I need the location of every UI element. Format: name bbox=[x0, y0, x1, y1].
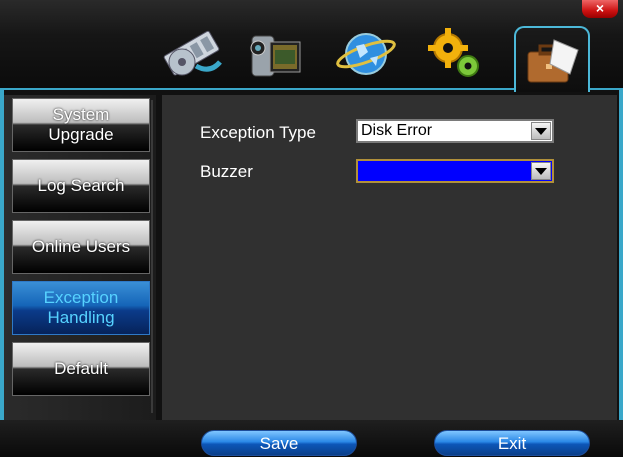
exception-type-label: Exception Type bbox=[200, 123, 316, 142]
exception-handling-window: × System Upgrade Log Search Online Users… bbox=[0, 0, 623, 457]
menu-divider bbox=[151, 100, 153, 413]
tab-advanced[interactable] bbox=[514, 26, 590, 92]
side-menu: System Upgrade Log Search Online Users E… bbox=[4, 95, 156, 420]
tab-settings[interactable] bbox=[424, 22, 488, 84]
network-globe-icon bbox=[336, 33, 396, 75]
menu-item-label: System Upgrade bbox=[48, 105, 114, 144]
exception-type-value: Disk Error bbox=[361, 122, 433, 139]
tab-camera[interactable] bbox=[244, 22, 308, 84]
film-reel-icon bbox=[163, 30, 222, 76]
buzzer-select[interactable] bbox=[356, 159, 554, 183]
menu-item-label: Online Users bbox=[31, 237, 131, 256]
menu-item-label: Default bbox=[54, 359, 108, 378]
buzzer-label: Buzzer bbox=[200, 162, 253, 181]
close-button[interactable]: × bbox=[582, 0, 618, 18]
exit-button[interactable]: Exit bbox=[434, 430, 590, 456]
camcorder-icon bbox=[250, 35, 301, 77]
gears-icon bbox=[428, 28, 479, 77]
exception-type-select[interactable]: Disk Error bbox=[356, 119, 554, 143]
chevron-down-icon[interactable] bbox=[531, 162, 551, 180]
menu-item-system-upgrade[interactable]: System Upgrade bbox=[12, 98, 150, 152]
toolbox-icon bbox=[527, 39, 579, 83]
menu-item-exception-handling[interactable]: Exception Handling bbox=[12, 281, 150, 335]
save-button[interactable]: Save bbox=[201, 430, 357, 456]
menu-item-label: Log Search bbox=[37, 176, 125, 195]
menu-item-label: Exception Handling bbox=[43, 288, 119, 327]
chevron-down-icon[interactable] bbox=[531, 122, 551, 140]
menu-item-default[interactable]: Default bbox=[12, 342, 150, 396]
top-toolbar: × bbox=[0, 0, 623, 92]
window-right-border bbox=[619, 88, 623, 428]
content-panel: Exception Type Disk Error Buzzer bbox=[162, 95, 617, 420]
menu-item-log-search[interactable]: Log Search bbox=[12, 159, 150, 213]
tab-record[interactable] bbox=[160, 22, 224, 84]
menu-item-online-users[interactable]: Online Users bbox=[12, 220, 150, 274]
tab-network[interactable] bbox=[334, 22, 398, 84]
